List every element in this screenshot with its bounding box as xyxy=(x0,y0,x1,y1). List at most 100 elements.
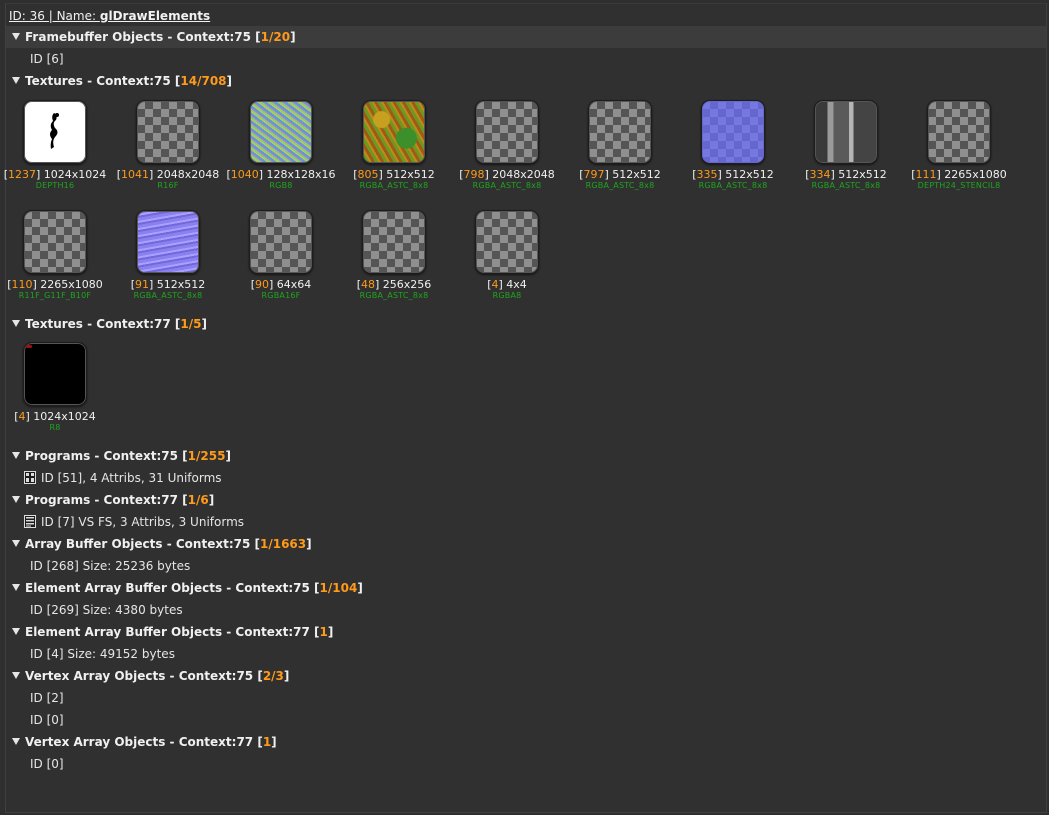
triangle-down-icon[interactable] xyxy=(12,33,20,40)
texture-item[interactable]: [110] 2265x1080 R11F_G11F_B10F xyxy=(0,210,111,301)
texture-id: 805 xyxy=(357,168,379,181)
section-header-programs-75[interactable]: Programs - Context:75 [1/255] xyxy=(6,445,1046,467)
texture-item[interactable]: [1041] 2048x2048 R16F xyxy=(112,100,224,191)
texture-thumbnail[interactable] xyxy=(23,100,87,164)
section-header-eabo-77[interactable]: Element Array Buffer Objects - Context:7… xyxy=(6,621,1046,643)
list-item[interactable]: ID [268] Size: 25236 bytes xyxy=(6,555,1046,577)
section-title: Framebuffer Objects - Context:75 [ xyxy=(25,30,261,44)
texture-thumbnail[interactable] xyxy=(927,100,991,164)
texture-thumbnail[interactable] xyxy=(136,210,200,274)
texture-format: RGBA_ASTC_8x8 xyxy=(698,181,768,190)
list-item[interactable]: ID [0] xyxy=(6,753,1046,775)
section-header-programs-77[interactable]: Programs - Context:77 [1/6] xyxy=(6,489,1046,511)
texture-size: 512x512 xyxy=(156,278,206,291)
texture-id: 111 xyxy=(915,168,937,181)
section-title: Array Buffer Objects - Context:75 [ xyxy=(25,537,260,551)
texture-size: 512x512 xyxy=(725,168,774,181)
texture-item[interactable]: [797] 512x512 RGBA_ASTC_8x8 xyxy=(564,100,676,191)
texture-item[interactable]: [48] 256x256 RGBA_ASTC_8x8 xyxy=(338,210,450,301)
texture-item[interactable]: [1040] 128x128x16 RGB8 xyxy=(225,100,337,191)
triangle-down-icon[interactable] xyxy=(12,584,20,591)
texture-format: R16F xyxy=(157,181,179,190)
texture-size: 1024x1024 xyxy=(43,168,107,181)
texture-size: 512x512 xyxy=(838,168,887,181)
section-header-abo-75[interactable]: Array Buffer Objects - Context:75 [1/166… xyxy=(6,533,1046,555)
triangle-down-icon[interactable] xyxy=(12,672,20,679)
triangle-down-icon[interactable] xyxy=(12,77,20,84)
section-count: 1 xyxy=(319,625,328,639)
texture-item[interactable]: [805] 512x512 RGBA_ASTC_8x8 xyxy=(338,100,450,191)
texture-thumbnail[interactable] xyxy=(249,100,313,164)
texture-id: 48 xyxy=(360,278,375,291)
texture-format: RGBA_ASTC_8x8 xyxy=(585,181,655,190)
texture-thumbnail[interactable] xyxy=(249,210,313,274)
section-header-fbo[interactable]: Framebuffer Objects - Context:75 [1/20] xyxy=(6,26,1046,48)
texture-format: RGBA_ASTC_8x8 xyxy=(133,291,203,300)
program-item[interactable]: ID [7] VS FS, 3 Attribs, 3 Uniforms xyxy=(6,511,1046,533)
texture-size: 512x512 xyxy=(612,168,661,181)
triangle-down-icon[interactable] xyxy=(12,628,20,635)
texture-thumbnail[interactable] xyxy=(588,100,652,164)
section-framebuffer-objects: Framebuffer Objects - Context:75 [1/20] … xyxy=(6,26,1046,70)
texture-thumbnail[interactable] xyxy=(475,210,539,274)
bracket: ] xyxy=(258,168,267,181)
triangle-down-icon[interactable] xyxy=(12,496,20,503)
list-item[interactable]: ID [0] xyxy=(6,709,1046,731)
texture-item[interactable]: [334] 512x512 RGBA_ASTC_8x8 xyxy=(790,100,902,191)
texture-item[interactable]: [1237] 1024x1024 DEPTH16 xyxy=(0,100,111,191)
triangle-down-icon[interactable] xyxy=(12,540,20,547)
section-count: 1 xyxy=(262,735,272,749)
texture-thumbnail[interactable] xyxy=(23,210,87,274)
bracket: ] xyxy=(357,581,363,595)
texture-item[interactable]: [4] 1024x1024 R8 xyxy=(0,342,111,433)
triangle-down-icon[interactable] xyxy=(12,738,20,745)
bracket: ] xyxy=(290,30,296,44)
bracket: ] xyxy=(208,493,215,507)
section-header-eabo-75[interactable]: Element Array Buffer Objects - Context:7… xyxy=(6,577,1046,599)
texture-id: 1041 xyxy=(121,168,149,181)
list-item[interactable]: ID [4] Size: 49152 bytes xyxy=(6,643,1046,665)
texture-item[interactable]: [798] 2048x2048 RGBA_ASTC_8x8 xyxy=(451,100,563,191)
texture-item[interactable]: [111] 2265x1080 DEPTH24_STENCIL8 xyxy=(903,100,1015,191)
bracket: ] xyxy=(148,278,157,291)
texture-item[interactable]: [91] 512x512 RGBA_ASTC_8x8 xyxy=(112,210,224,301)
triangle-down-icon[interactable] xyxy=(12,320,20,327)
texture-thumbnail[interactable] xyxy=(362,100,426,164)
texture-item[interactable]: [90] 64x64 RGBA16F xyxy=(225,210,337,301)
call-name: glDrawElements xyxy=(99,9,211,23)
list-item[interactable]: ID [2] xyxy=(6,687,1046,709)
texture-id: 1237 xyxy=(8,168,36,181)
section-count: 1/104 xyxy=(319,581,358,595)
texture-thumbnail[interactable] xyxy=(814,100,878,164)
texture-thumbnail[interactable] xyxy=(701,100,765,164)
texture-size: 2265x1080 xyxy=(944,168,1007,181)
program-grid-icon xyxy=(24,469,36,484)
texture-format: RGBA_ASTC_8x8 xyxy=(472,181,542,190)
list-item[interactable]: ID [269] Size: 4380 bytes xyxy=(6,599,1046,621)
texture-format: RGBA_ASTC_8x8 xyxy=(811,181,881,190)
program-item[interactable]: ID [51], 4 Attribs, 31 Uniforms xyxy=(6,467,1046,489)
section-count: 2/3 xyxy=(262,669,284,683)
texture-thumbnail[interactable] xyxy=(475,100,539,164)
section-header-textures-77[interactable]: Textures - Context:77 [1/5] xyxy=(6,313,1046,335)
texture-caption: [798] 2048x2048 xyxy=(451,169,563,181)
section-count: 1/1663 xyxy=(259,537,307,551)
section-header-vao-77[interactable]: Vertex Array Objects - Context:77 [1] xyxy=(6,731,1046,753)
texture-thumbnail[interactable] xyxy=(23,342,87,406)
section-header-vao-75[interactable]: Vertex Array Objects - Context:75 [2/3] xyxy=(6,665,1046,687)
texture-caption: [1040] 128x128x16 xyxy=(225,169,337,181)
triangle-down-icon[interactable] xyxy=(12,452,20,459)
texture-item[interactable]: [335] 512x512 RGBA_ASTC_8x8 xyxy=(677,100,789,191)
texture-format: DEPTH24_STENCIL8 xyxy=(917,181,1001,190)
texture-thumbnail[interactable] xyxy=(136,100,200,164)
tint-overlay xyxy=(702,101,764,163)
section-title: Vertex Array Objects - Context:77 [ xyxy=(25,735,263,749)
section-count: 1/5 xyxy=(180,317,202,331)
texture-id: 798 xyxy=(463,168,485,181)
texture-item[interactable]: [4] 4x4 RGBA8 xyxy=(451,210,563,301)
bracket: ] xyxy=(226,74,233,88)
list-item[interactable]: ID [6] xyxy=(6,48,1046,70)
section-element-buffers-77: Element Array Buffer Objects - Context:7… xyxy=(6,621,1046,665)
texture-thumbnail[interactable] xyxy=(362,210,426,274)
section-header-textures-75[interactable]: Textures - Context:75 [14/708] xyxy=(6,70,1046,92)
